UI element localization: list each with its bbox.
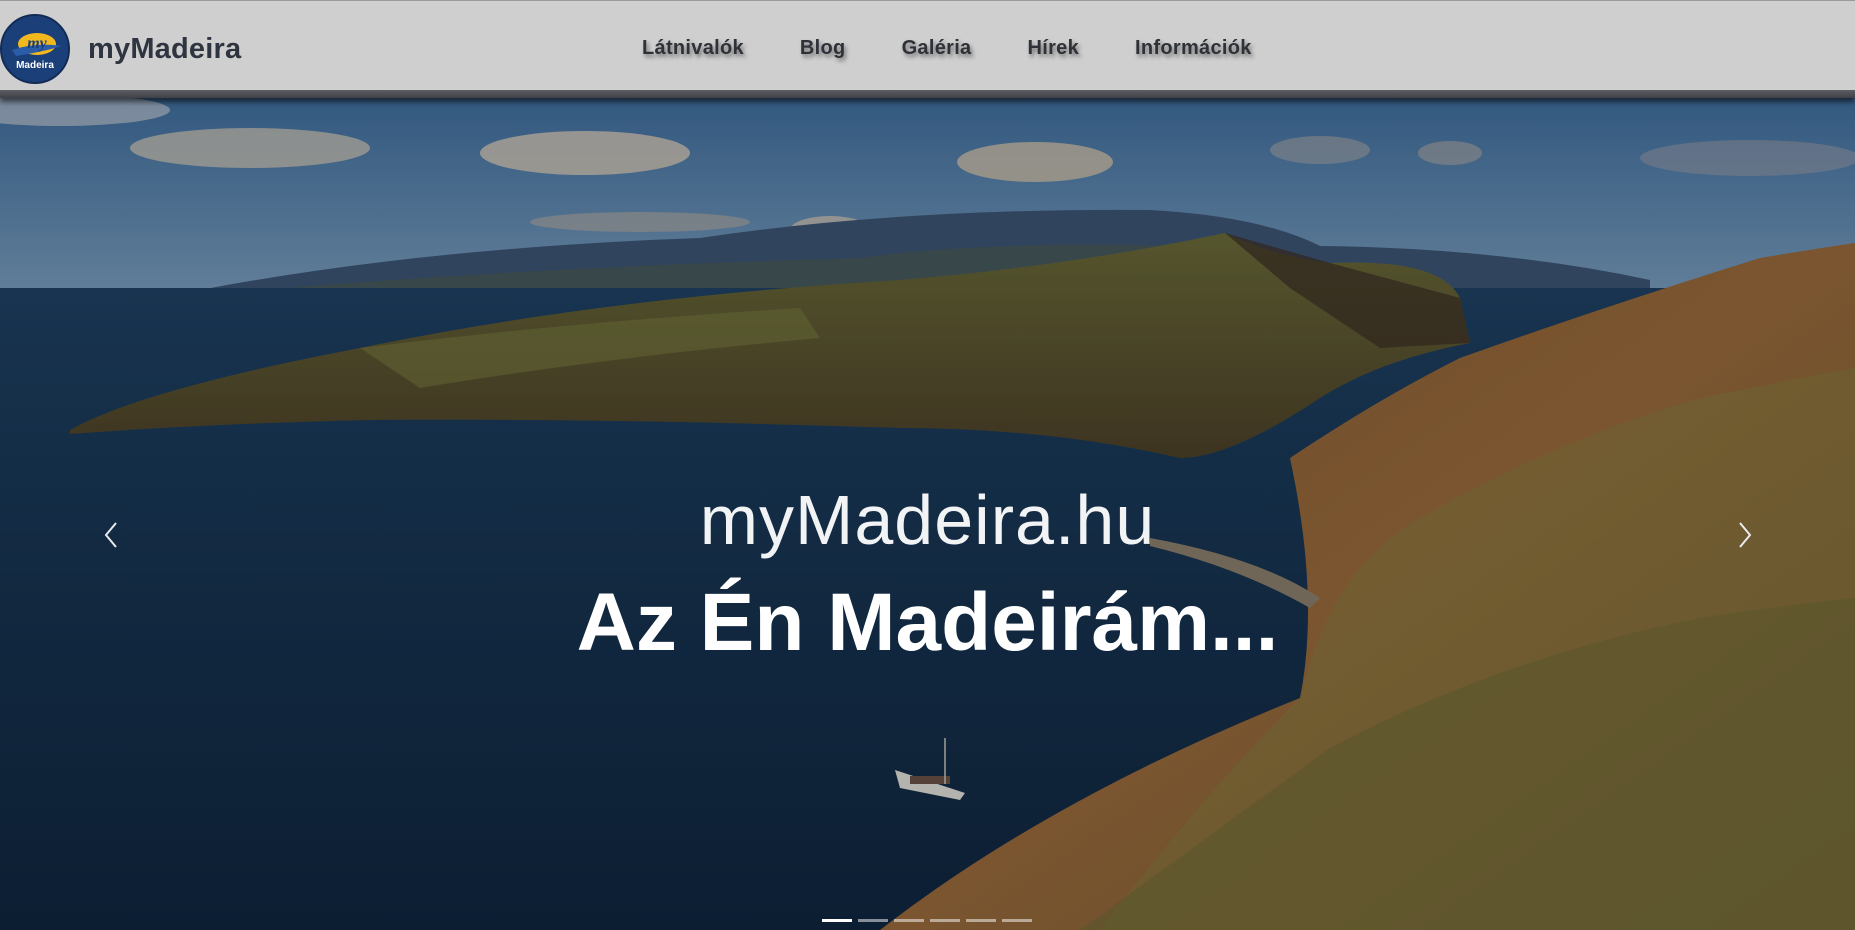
carousel-indicator[interactable] — [966, 919, 996, 922]
carousel-indicator[interactable] — [1002, 919, 1032, 922]
site-header: my Madeira myMadeira Látnivalók Blog Gal… — [0, 0, 1855, 98]
nav-item-blog[interactable]: Blog — [800, 37, 846, 60]
logo-graphic: my — [12, 33, 62, 56]
nav-item-informaciok[interactable]: Információk — [1135, 37, 1252, 60]
nav-item-latnivalok[interactable]: Látnivalók — [642, 37, 744, 60]
brand[interactable]: my Madeira myMadeira — [0, 13, 241, 85]
site-logo[interactable]: my Madeira — [0, 14, 70, 84]
carousel-prev-button[interactable] — [92, 505, 132, 565]
logo-wordmark-madeira: Madeira — [16, 60, 54, 71]
logo-wordmark-my: my — [27, 35, 47, 52]
nav-item-galeria[interactable]: Galéria — [902, 37, 972, 60]
carousel-indicator[interactable] — [894, 919, 924, 922]
carousel-indicator[interactable] — [858, 919, 888, 922]
chevron-right-icon — [1739, 522, 1752, 548]
carousel-indicator[interactable] — [930, 919, 960, 922]
nav-item-hirek[interactable]: Hírek — [1028, 37, 1080, 60]
hero-subtitle: myMadeira.hu — [699, 481, 1156, 559]
chevron-left-icon — [104, 522, 117, 548]
brand-name[interactable]: myMadeira — [88, 33, 241, 66]
hero-carousel: myMadeira.hu Az Én Madeirám... — [0, 98, 1855, 930]
hero-title: Az Én Madeirám... — [576, 577, 1279, 668]
carousel-indicator[interactable] — [822, 919, 852, 922]
carousel-indicators — [822, 919, 1038, 922]
main-nav: Látnivalók Blog Galéria Hírek Információ… — [642, 37, 1308, 60]
carousel-next-button[interactable] — [1724, 505, 1764, 565]
